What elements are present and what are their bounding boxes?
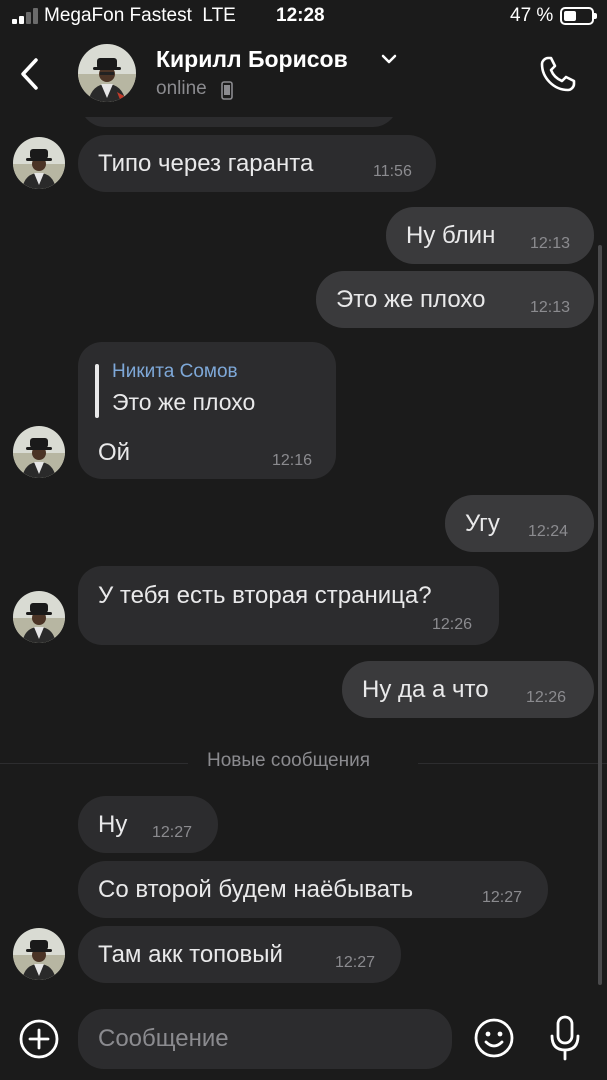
message-bubble-out[interactable]: Ну блин 12:13 <box>386 207 594 264</box>
phone-icon[interactable] <box>538 54 578 94</box>
message-time: 12:26 <box>526 689 567 706</box>
battery-fill <box>564 11 577 21</box>
network-type: LTE <box>202 5 236 26</box>
message-time: 12:16 <box>272 452 313 469</box>
message-list[interactable]: Типо через гаранта 11:56 Ну блин 12:13 Э… <box>0 117 607 997</box>
message-time: 12:13 <box>530 235 571 252</box>
message-bubble-out[interactable]: Угу 12:24 <box>445 495 594 552</box>
battery-percent: 47 % <box>510 5 554 26</box>
message-time: 12:13 <box>530 299 571 316</box>
message-time: 12:24 <box>528 523 569 540</box>
chat-header: Кирилл Борисов online <box>0 32 607 117</box>
mobile-device-icon <box>221 81 233 100</box>
message-bubble-in[interactable]: Там акк топовый 12:27 <box>78 926 401 983</box>
message-time: 12:26 <box>432 616 473 633</box>
microphone-icon[interactable] <box>547 1014 583 1062</box>
divider-label: Новые сообщения <box>207 750 370 771</box>
divider-line <box>0 763 188 764</box>
back-icon[interactable] <box>14 54 48 94</box>
smiley-icon[interactable] <box>473 1017 515 1059</box>
clock: 12:28 <box>276 5 325 26</box>
signal-icon <box>12 8 40 24</box>
message-composer: Сообщение <box>0 1000 607 1080</box>
message-bubble-out[interactable]: Это же плохо 12:13 <box>316 271 594 328</box>
message-bubble-in[interactable]: У тебя есть вторая страница? 12:26 <box>78 566 499 645</box>
chevron-down-icon[interactable] <box>380 52 398 66</box>
message-time: 11:56 <box>373 163 412 180</box>
avatar[interactable] <box>13 591 65 643</box>
message-time: 12:27 <box>152 824 193 841</box>
message-bubble-partial[interactable] <box>80 117 398 127</box>
message-text: Ну блин <box>406 222 496 249</box>
message-input[interactable]: Сообщение <box>78 1009 452 1069</box>
avatar[interactable] <box>13 928 65 980</box>
message-text: Это же плохо <box>336 286 486 313</box>
message-input-placeholder: Сообщение <box>98 1025 229 1052</box>
contact-name[interactable]: Кирилл Борисов <box>156 46 348 73</box>
message-text: Ну <box>98 811 128 838</box>
message-text: У тебя есть вторая страница? <box>98 582 432 609</box>
message-bubble-in[interactable]: Со второй будем наёбывать 12:27 <box>78 861 548 918</box>
message-text: Угу <box>465 510 500 537</box>
battery-icon <box>560 7 597 25</box>
avatar[interactable] <box>13 426 65 478</box>
message-time: 12:27 <box>482 889 523 906</box>
message-bubble-out[interactable]: Ну да а что 12:26 <box>342 661 594 718</box>
reply-bar <box>95 364 99 418</box>
divider-line <box>418 763 607 764</box>
message-bubble-in[interactable]: Ну 12:27 <box>78 796 218 853</box>
message-text: Ой <box>98 439 131 466</box>
message-text: Со второй будем наёбывать <box>98 876 414 903</box>
message-bubble-in[interactable]: Типо через гаранта 11:56 <box>78 135 436 192</box>
carrier-label: MegaFon Fastest LTE <box>44 5 236 27</box>
message-bubble-in-reply[interactable]: Никита Сомов Это же плохо Ой 12:16 <box>78 342 336 479</box>
message-text: Типо через гаранта <box>98 150 314 177</box>
reply-author[interactable]: Никита Сомов <box>112 361 238 383</box>
carrier-name: MegaFon Fastest <box>44 5 192 26</box>
avatar[interactable] <box>13 137 65 189</box>
reply-text[interactable]: Это же плохо <box>112 389 255 416</box>
status-bar: MegaFon Fastest LTE 12:28 47 % <box>0 0 607 32</box>
message-text: Там акк топовый <box>98 941 283 968</box>
plus-circle-icon[interactable] <box>18 1018 60 1060</box>
message-text: Ну да а что <box>362 676 489 703</box>
avatar[interactable] <box>78 44 136 102</box>
contact-status: online <box>156 78 207 99</box>
message-time: 12:27 <box>335 954 376 971</box>
scrollbar[interactable] <box>598 245 602 985</box>
